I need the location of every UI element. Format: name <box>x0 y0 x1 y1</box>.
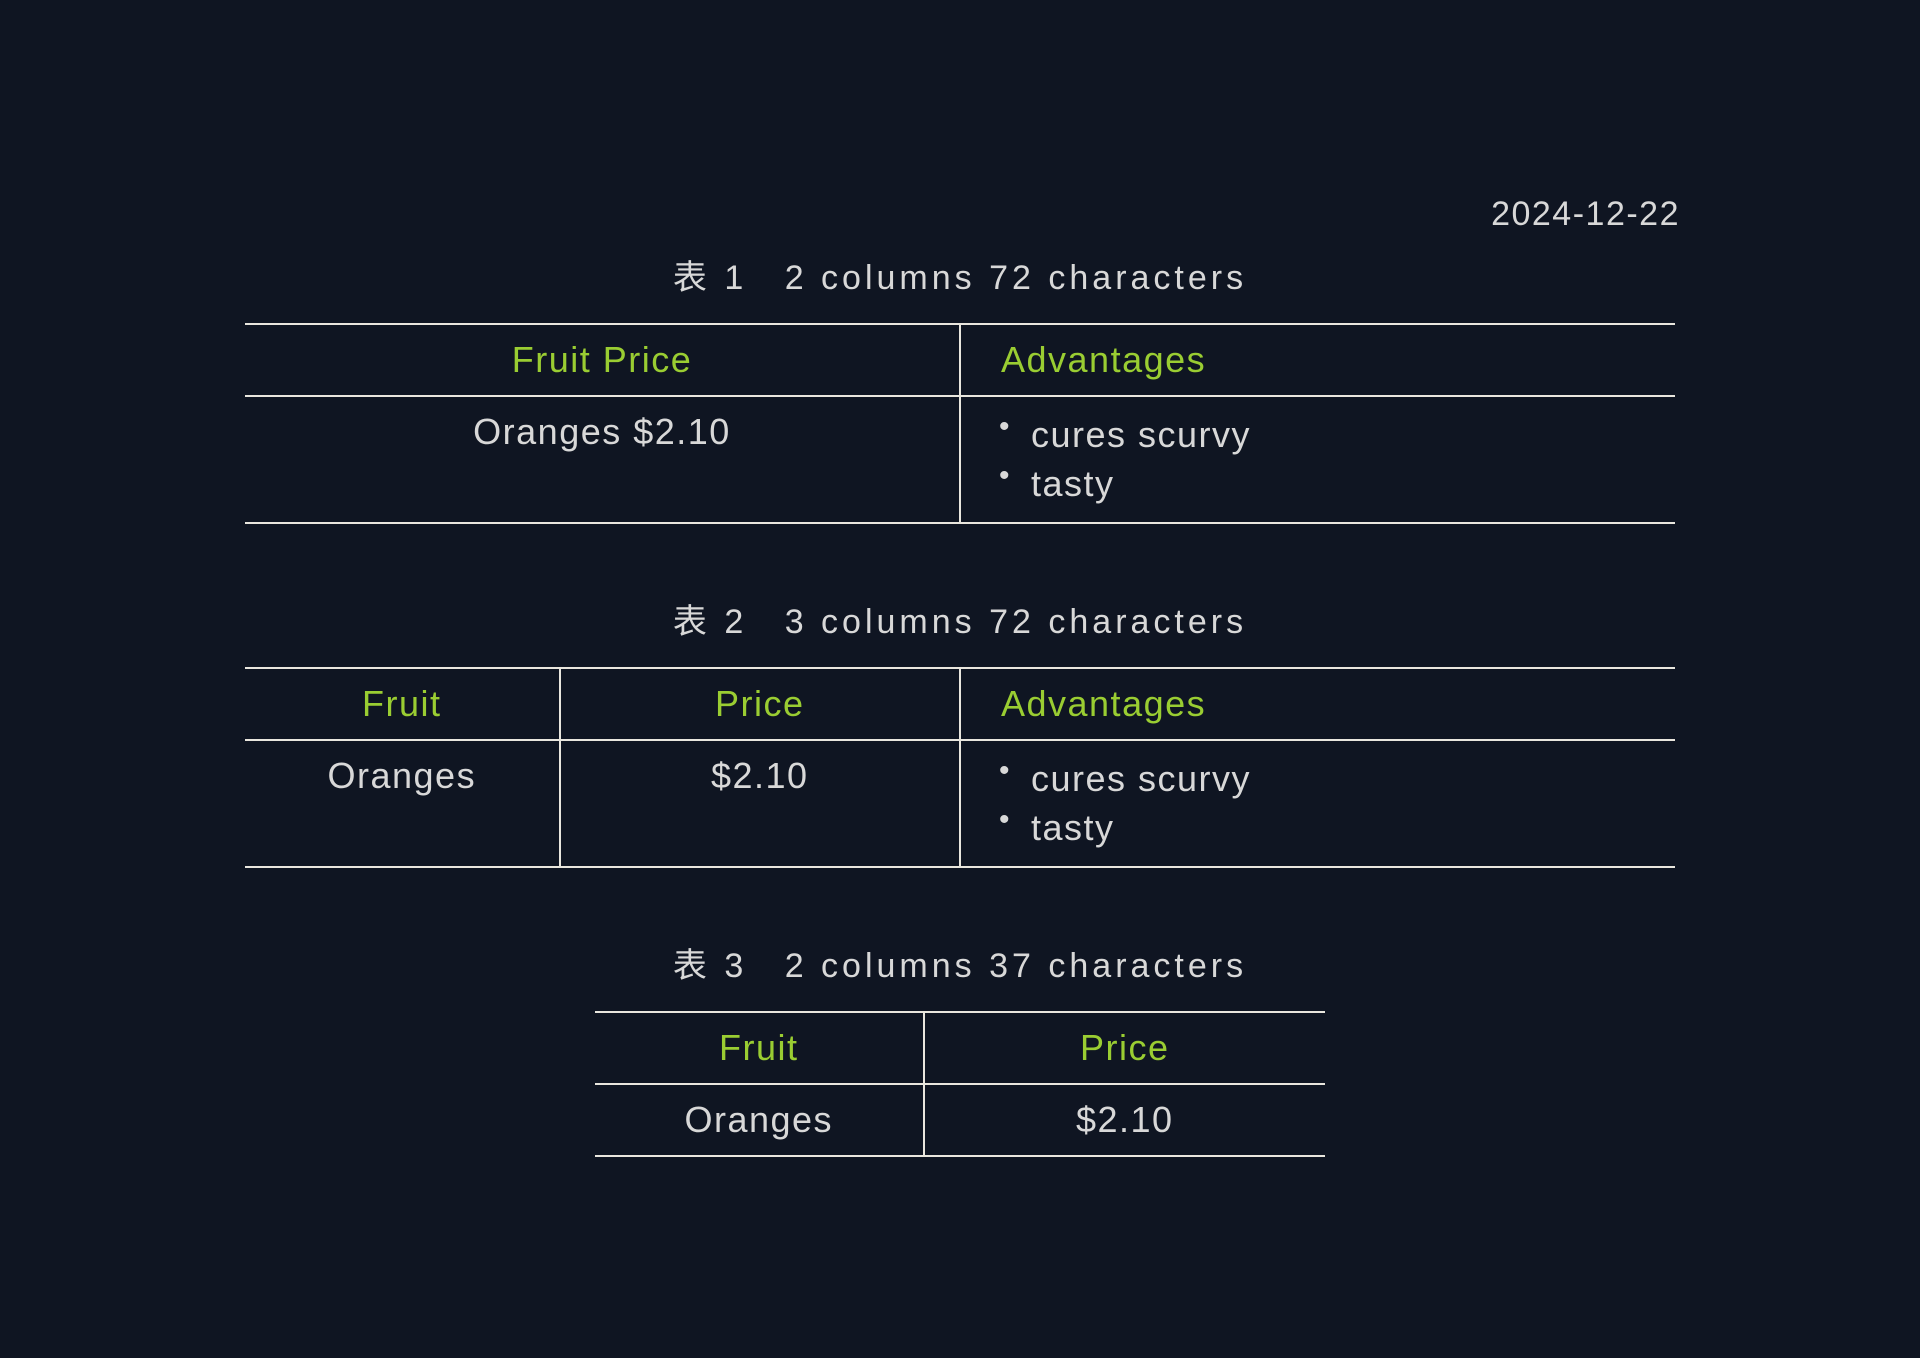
table2-cell-fruit: Oranges <box>245 740 560 867</box>
list-item: tasty <box>1027 804 1645 853</box>
table1-cell-fruit-price: Oranges $2.10 <box>245 396 960 523</box>
table3: Fruit Price Oranges $2.10 <box>595 1011 1325 1157</box>
table2-caption-label: 表 2 <box>673 603 747 641</box>
table3-caption-desc: 2 columns 37 characters <box>785 947 1247 985</box>
table2-data-row: Oranges $2.10 cures scurvy tasty <box>245 740 1675 867</box>
list-item: tasty <box>1027 460 1645 509</box>
table2-header-fruit: Fruit <box>245 668 560 740</box>
table3-cell-fruit: Oranges <box>595 1084 924 1156</box>
table1-advantages-list: cures scurvy tasty <box>991 411 1645 508</box>
table3-header-fruit: Fruit <box>595 1012 924 1084</box>
table1: Fruit Price Advantages Oranges $2.10 cur… <box>245 323 1675 524</box>
table2: Fruit Price Advantages Oranges $2.10 cur… <box>245 667 1675 868</box>
table2-advantages-list: cures scurvy tasty <box>991 755 1645 852</box>
table2-header-price: Price <box>560 668 960 740</box>
list-item: cures scurvy <box>1027 411 1645 460</box>
table2-cell-price: $2.10 <box>560 740 960 867</box>
table3-cell-price: $2.10 <box>924 1084 1326 1156</box>
table1-caption: 表 1 2 columns 72 characters <box>0 250 1920 299</box>
table3-caption-label: 表 3 <box>673 947 747 985</box>
table3-header-row: Fruit Price <box>595 1012 1325 1084</box>
table1-header-row: Fruit Price Advantages <box>245 324 1675 396</box>
table1-block: 表 1 2 columns 72 characters Fruit Price … <box>0 250 1920 524</box>
table3-data-row: Oranges $2.10 <box>595 1084 1325 1156</box>
table3-block: 表 3 2 columns 37 characters Fruit Price … <box>0 938 1920 1157</box>
table2-header-advantages: Advantages <box>960 668 1675 740</box>
table2-block: 表 2 3 columns 72 characters Fruit Price … <box>0 594 1920 868</box>
list-item: cures scurvy <box>1027 755 1645 804</box>
table1-header-fruit-price: Fruit Price <box>245 324 960 396</box>
table2-caption-desc: 3 columns 72 characters <box>785 603 1247 641</box>
table1-data-row: Oranges $2.10 cures scurvy tasty <box>245 396 1675 523</box>
document-date: 2024-12-22 <box>1491 195 1680 234</box>
table3-caption: 表 3 2 columns 37 characters <box>0 938 1920 987</box>
table1-caption-desc: 2 columns 72 characters <box>785 259 1247 297</box>
table2-caption: 表 2 3 columns 72 characters <box>0 594 1920 643</box>
table1-header-advantages: Advantages <box>960 324 1675 396</box>
table1-cell-advantages: cures scurvy tasty <box>960 396 1675 523</box>
document-page: 2024-12-22 表 1 2 columns 72 characters F… <box>0 0 1920 1358</box>
table2-header-row: Fruit Price Advantages <box>245 668 1675 740</box>
table2-cell-advantages: cures scurvy tasty <box>960 740 1675 867</box>
table1-caption-label: 表 1 <box>673 259 747 297</box>
table3-header-price: Price <box>924 1012 1326 1084</box>
